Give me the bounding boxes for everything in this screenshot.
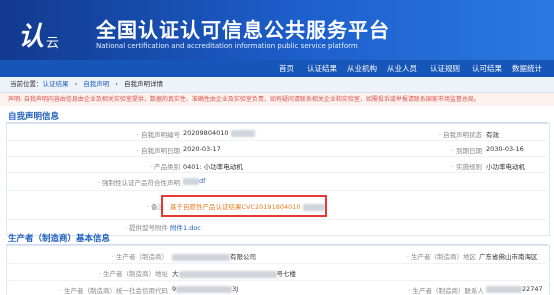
manufacturer-name-value: 有限公司	[172, 251, 256, 261]
nav-cert-rules[interactable]: 认证规则	[430, 60, 460, 77]
breadcrumb-self-declaration[interactable]: 自我声明	[83, 80, 109, 88]
contact-suffix: 22747	[522, 285, 543, 293]
section-title-manufacturer: 生产者（制造商）基本信息	[8, 234, 111, 244]
manufacturer-region-value: 广东省佛山市南海区	[479, 253, 538, 261]
redacted-block	[486, 285, 522, 293]
status-value: 有效	[486, 131, 499, 139]
category-value: 0401: 小功率电动机	[183, 163, 243, 171]
redacted-block	[176, 285, 233, 293]
disclaimer-text: 声明: 自我声明内容由信息由企业及相关实验室提供，数据的真实性、准确性由企业及实…	[8, 96, 480, 103]
manufacturer-name-suffix: 有限公司	[230, 253, 256, 261]
breadcrumb-current: 自我声明详情	[124, 80, 164, 88]
expiry-label: · 到期日期	[451, 147, 482, 155]
declaration-no-value: 20209804010	[183, 129, 255, 137]
manufacturer-credit-value: 9 3J	[172, 285, 238, 293]
redacted-block	[178, 270, 277, 278]
row-divider	[7, 280, 547, 281]
logo-glyph: 认	[18, 22, 44, 52]
rule-value: 小功率电动机	[486, 163, 525, 171]
credit-suffix: 3J	[232, 285, 239, 293]
site-header: 认 云 全国认证认可信息公共服务平台 National certificatio…	[0, 0, 554, 60]
redacted-block	[183, 177, 199, 185]
date-value: 2020-03-17	[183, 145, 221, 153]
manufacturer-name-label: · 生产者（制造商）	[111, 253, 168, 261]
nav-accred-results[interactable]: 认可结果	[472, 60, 502, 77]
manufacturer-address-value: 大 号七楼	[172, 268, 296, 278]
breadcrumb: 当前位置：认证结果 › 自我声明 › 自我声明详情	[0, 77, 554, 93]
nav-cert-results[interactable]: 认证结果	[307, 60, 337, 77]
report-link[interactable]: df	[199, 177, 205, 185]
attachment-label: · 提供型号附件	[124, 224, 168, 232]
row-divider	[7, 156, 547, 157]
manufacturer-region-label: · 生产者（制造商）地区	[406, 253, 476, 261]
disclaimer-notice: 声明: 自我声明内容由信息由企业及相关实验室提供，数据的真实性、准确性由企业及实…	[0, 93, 554, 106]
breadcrumb-sep: ›	[115, 80, 118, 88]
address-suffix: 号七楼	[276, 270, 297, 278]
main-nav: 首页 认证结果 从业机构 从业人员 认证规则 认可结果 数据统计	[0, 60, 554, 77]
category-label: · 产品类别	[149, 163, 180, 171]
highlight-box	[161, 195, 327, 217]
manufacturer-address-label: · 生产者（制造商）地址	[98, 270, 168, 278]
status-label: · 自我声明状态	[438, 131, 482, 139]
nav-statistics[interactable]: 数据统计	[512, 60, 542, 77]
nav-personnel[interactable]: 从业人员	[387, 60, 417, 77]
expiry-value: 2030-03-16	[486, 145, 524, 153]
breadcrumb-cert-results[interactable]: 认证结果	[43, 80, 69, 88]
logo-sub-glyph: 云	[46, 36, 60, 51]
redacted-block	[172, 253, 230, 261]
declaration-no-label: · 自我声明编号	[136, 131, 180, 139]
row-divider	[7, 263, 547, 264]
site-subtitle: National certification and accreditation…	[96, 42, 358, 50]
nav-institutions[interactable]: 从业机构	[347, 60, 377, 77]
row-divider	[7, 219, 547, 220]
section-title-self-declaration: 自我声明信息	[8, 112, 60, 122]
rule-label: · 实施规则	[451, 163, 482, 171]
address-prefix: 大	[172, 270, 179, 278]
breadcrumb-prefix: 当前位置：	[10, 80, 43, 88]
row-divider	[7, 190, 547, 191]
row-divider	[7, 140, 547, 141]
report-value[interactable]: df	[183, 177, 205, 185]
row-divider	[7, 172, 547, 173]
report-label: · 强制性认证产品符合性声明	[97, 179, 180, 187]
attachment-value[interactable]: 附件1.doc	[170, 222, 201, 232]
attachment-link[interactable]: 附件1.doc	[170, 224, 201, 232]
site-logo[interactable]: 认 云	[18, 16, 66, 54]
manufacturer-contact-value: 22747	[486, 285, 543, 293]
redacted-block	[230, 129, 255, 137]
declaration-no-text: 20209804010	[183, 129, 229, 137]
nav-home[interactable]: 首页	[279, 60, 294, 77]
breadcrumb-sep: ›	[74, 80, 78, 88]
remark-label: · 备注	[146, 203, 164, 211]
site-title: 全国认证认可信息公共服务平台	[96, 18, 390, 42]
date-label: · 自我声明日期	[136, 147, 180, 155]
